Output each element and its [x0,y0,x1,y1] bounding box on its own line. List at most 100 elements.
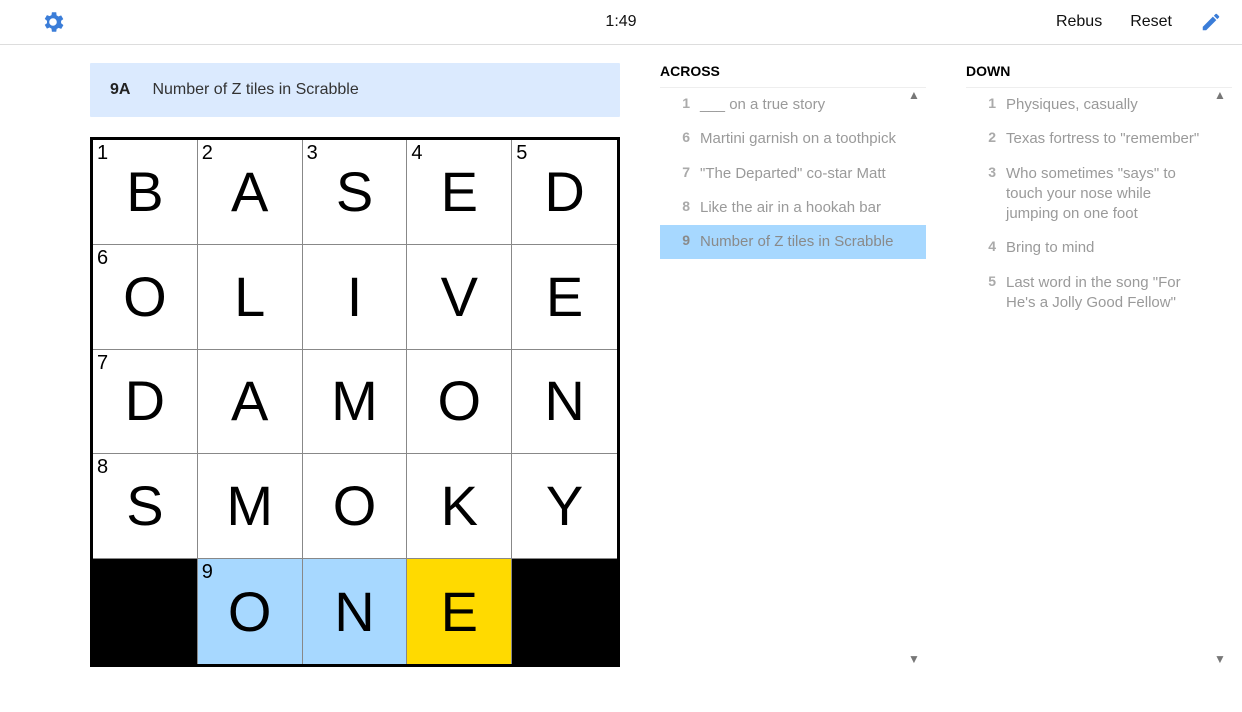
clue-text: Who sometimes "says" to touch your nose … [1006,164,1204,225]
cell-black [512,559,617,664]
cell-number: 3 [307,142,318,165]
cell-letter: M [226,478,273,534]
clue-item[interactable]: 9Number of Z tiles in Scrabble [660,225,926,259]
clue-item[interactable]: 4 Bring to mind [966,231,1232,265]
toolbar: 1:49 Rebus Reset [0,0,1242,45]
cell[interactable]: 8S [93,454,198,559]
scroll-down-icon[interactable]: ▼ [1212,651,1228,667]
clue-item[interactable]: 3 Who sometimes "says" to touch your nose… [966,157,1232,232]
cell[interactable]: N [303,559,408,664]
clue-number: 9 [668,232,690,248]
clue-number: 8 [668,198,690,214]
scroll-up-icon[interactable]: ▲ [1212,87,1228,103]
cell[interactable]: 6O [93,245,198,350]
cell-letter: D [544,164,584,220]
scroll-up-icon[interactable]: ▲ [906,87,922,103]
cell[interactable]: A [198,350,303,455]
cell-number: 1 [97,142,108,165]
cell[interactable]: L [198,245,303,350]
cell[interactable]: M [303,350,408,455]
cell[interactable]: O [303,454,408,559]
cell-letter: N [544,373,584,429]
cell[interactable]: 4E [407,140,512,245]
cell[interactable]: Y [512,454,617,559]
clue-number: 7 [668,164,690,180]
reset-button[interactable]: Reset [1130,13,1172,31]
cell[interactable]: 1B [93,140,198,245]
cell[interactable]: 3S [303,140,408,245]
cell[interactable]: K [407,454,512,559]
cell-letter: O [438,373,482,429]
cell[interactable]: I [303,245,408,350]
cell-number: 4 [411,142,422,165]
cell[interactable]: E [407,559,512,664]
cell-letter: S [126,478,163,534]
clue-text: Bring to mind [1006,238,1204,258]
pencil-icon[interactable] [1200,11,1222,33]
cell-letter: V [441,269,478,325]
cell-letter: E [441,164,478,220]
clue-number: 6 [668,129,690,145]
across-clue-list: 1 ___ on a true story 6 Martini garnish on … [660,87,926,259]
active-clue-text: Number of Z tiles in Scrabble [152,81,358,99]
clue-item[interactable]: 7"The Departed" co-star Matt [660,157,926,191]
cell[interactable]: 2A [198,140,303,245]
clue-item[interactable]: 1 ___ on a true story [660,88,926,122]
cell[interactable]: V [407,245,512,350]
clue-item[interactable]: 5 Last word in the song "For He's a Jolly… [966,266,1232,321]
clue-text: Last word in the song "For He's a Jolly … [1006,273,1204,314]
clue-item[interactable]: 1Physiques, casually [966,88,1232,122]
across-title: ACROSS [660,63,926,87]
cell-letter: D [125,373,165,429]
across-panel: ACROSS 1 ___ on a true story 6 Martini garn… [660,63,926,667]
active-clue-number: 9A [110,81,130,99]
rebus-button[interactable]: Rebus [1056,13,1102,31]
clue-number: 3 [974,164,996,180]
cell-number: 9 [202,561,213,584]
gear-icon[interactable] [40,9,66,35]
cell-letter: A [231,164,268,220]
cell-number: 8 [97,456,108,479]
cell-black [93,559,198,664]
cell-number: 2 [202,142,213,165]
cell-letter: Y [546,478,583,534]
cell[interactable]: O [407,350,512,455]
cell-letter: A [231,373,268,429]
clue-item[interactable]: 6 Martini garnish on a toothpick [660,122,926,156]
down-clue-list: 1Physiques, casually 2 Texas fortress to "… [966,87,1232,320]
cell[interactable]: N [512,350,617,455]
crossword-grid[interactable]: 1B2A3S4E5D6OLIVE7DAMON8SMOKY9ONE [90,137,620,667]
scroll-down-icon[interactable]: ▼ [906,651,922,667]
clue-text: Like the air in a hookah bar [700,198,898,218]
clue-number: 1 [668,95,690,111]
clue-text: Martini garnish on a toothpick [700,129,898,149]
cell-letter: O [123,269,167,325]
cell-letter: E [546,269,583,325]
cell[interactable]: 9O [198,559,303,664]
cell-letter: K [441,478,478,534]
down-title: DOWN [966,63,1232,87]
cell-letter: N [334,584,374,640]
clue-item[interactable]: 8 Like the air in a hookah bar [660,191,926,225]
clue-text: ___ on a true story [700,95,898,115]
cell-number: 6 [97,247,108,270]
clue-number: 5 [974,273,996,289]
clue-number: 4 [974,238,996,254]
clue-text: Physiques, casually [1006,95,1204,115]
cell-letter: L [234,269,265,325]
cell-letter: I [347,269,363,325]
cell[interactable]: E [512,245,617,350]
cell[interactable]: 7D [93,350,198,455]
clue-item[interactable]: 2 Texas fortress to "remember" [966,122,1232,156]
cell-letter: S [336,164,373,220]
cell[interactable]: M [198,454,303,559]
cell-letter: O [333,478,377,534]
cell-letter: B [126,164,163,220]
active-clue-bar: 9A Number of Z tiles in Scrabble [90,63,620,117]
clue-number: 2 [974,129,996,145]
cell[interactable]: 5D [512,140,617,245]
clue-text: Texas fortress to "remember" [1006,129,1204,149]
cell-number: 7 [97,352,108,375]
cell-letter: M [331,373,378,429]
timer[interactable]: 1:49 [605,13,636,31]
